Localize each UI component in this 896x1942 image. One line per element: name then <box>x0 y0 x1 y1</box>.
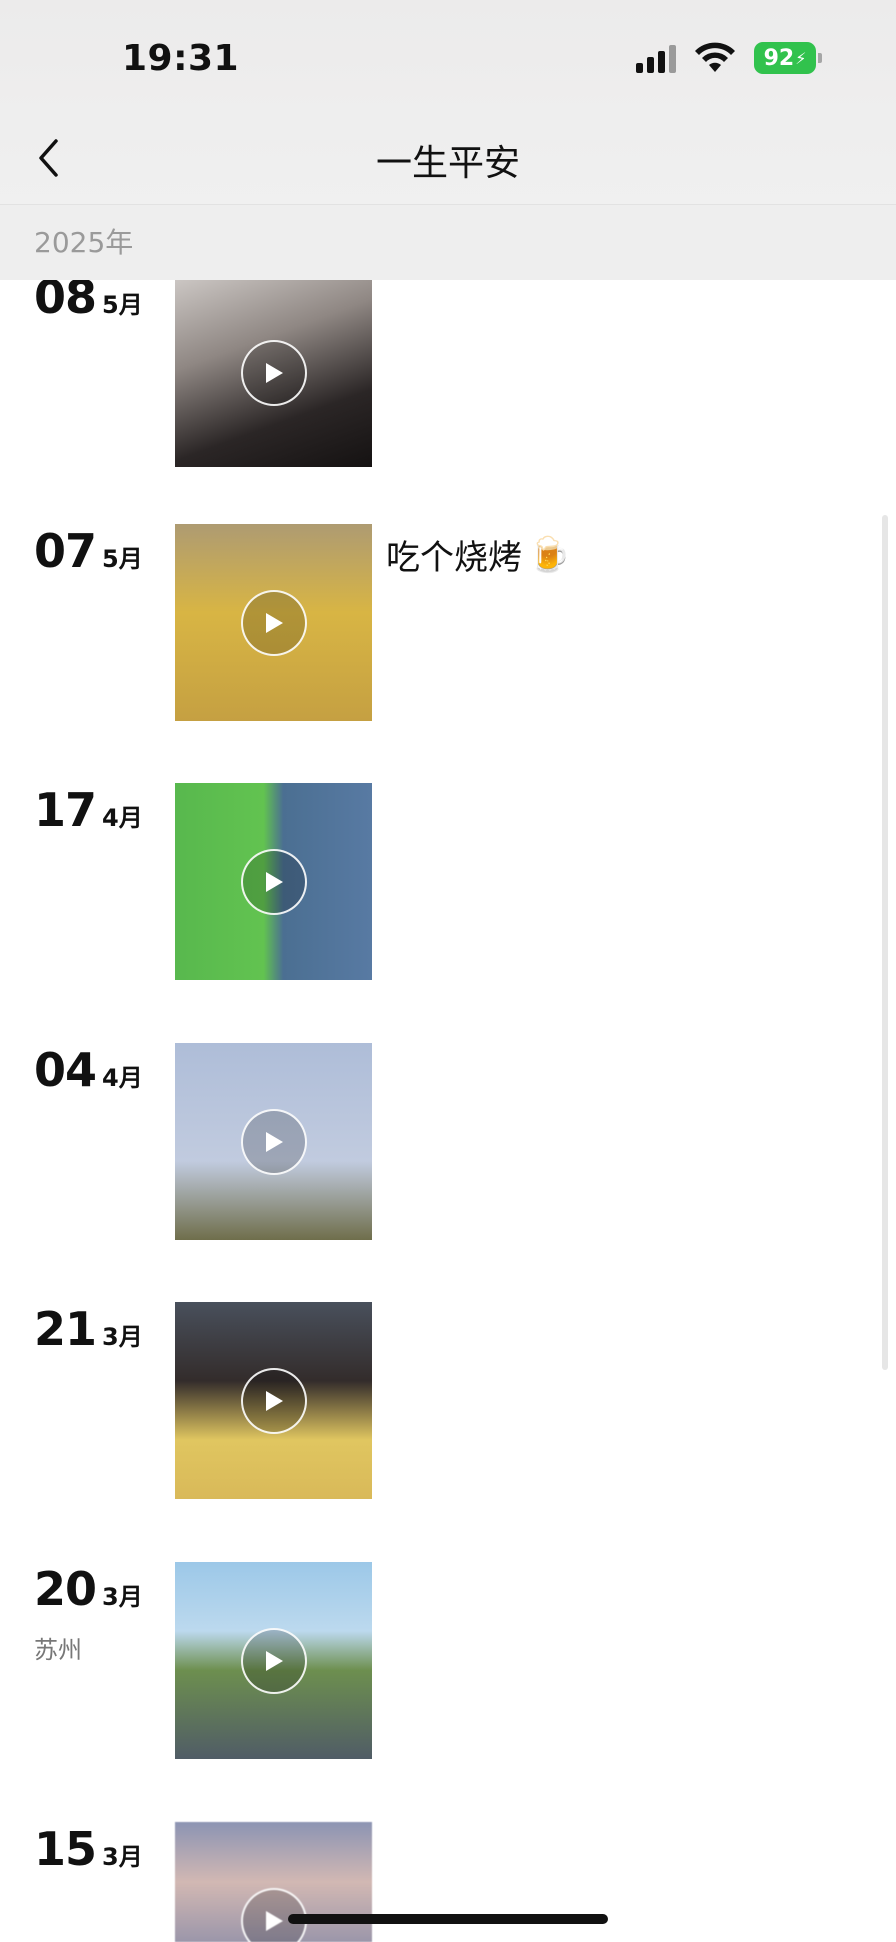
post-month: 5月 <box>102 291 143 319</box>
post-date: 04 4月 <box>34 1043 143 1097</box>
video-thumbnail[interactable] <box>175 280 372 467</box>
post-month: 3月 <box>102 1843 143 1871</box>
play-icon <box>241 1628 307 1694</box>
post-day: 07 <box>34 524 97 578</box>
play-icon <box>241 849 307 915</box>
status-icons: 92 ⚡ <box>636 42 822 74</box>
video-thumbnail[interactable] <box>175 524 372 721</box>
post-month: 5月 <box>102 545 143 573</box>
wifi-icon <box>695 42 735 72</box>
post-day: 15 <box>34 1822 97 1876</box>
post-caption[interactable]: 吃个烧烤 🍺 <box>386 530 570 579</box>
post-month: 4月 <box>102 1064 143 1092</box>
post-month: 4月 <box>102 804 143 832</box>
list-item[interactable]: 08 5月 <box>0 270 896 468</box>
video-thumbnail[interactable] <box>175 1822 372 1942</box>
play-icon <box>241 590 307 656</box>
list-item[interactable]: 21 3月 <box>0 1302 896 1500</box>
post-day: 04 <box>34 1043 97 1097</box>
post-day: 21 <box>34 1302 97 1356</box>
cellular-signal-icon <box>636 43 676 73</box>
list-item[interactable]: 04 4月 <box>0 1043 896 1241</box>
play-icon <box>241 340 307 406</box>
list-item[interactable]: 20 3月 苏州 <box>0 1562 896 1760</box>
moments-feed: 08 5月 07 5月 吃个烧烤 🍺 17 4月 04 4月 21 3月 20 … <box>0 0 896 1942</box>
post-location: 苏州 <box>34 1636 82 1664</box>
video-thumbnail[interactable] <box>175 1562 372 1759</box>
list-item[interactable]: 07 5月 吃个烧烤 🍺 <box>0 524 896 722</box>
caption-text: 吃个烧烤 <box>386 538 522 578</box>
post-day: 17 <box>34 783 97 837</box>
status-time: 19:31 <box>122 38 240 79</box>
post-day: 20 <box>34 1562 97 1616</box>
list-item[interactable]: 17 4月 <box>0 783 896 981</box>
video-thumbnail[interactable] <box>175 783 372 980</box>
play-icon <box>241 1368 307 1434</box>
battery-level: 92 <box>763 45 795 71</box>
post-date: 20 3月 <box>34 1562 143 1616</box>
video-thumbnail[interactable] <box>175 1302 372 1499</box>
video-thumbnail[interactable] <box>175 1043 372 1240</box>
header: 19:31 92 ⚡ 一生平安 2025年 <box>0 0 896 280</box>
post-date: 07 5月 <box>34 524 143 578</box>
scrollbar[interactable] <box>882 515 888 1370</box>
post-date: 21 3月 <box>34 1302 143 1356</box>
beer-mug-icon: 🍺 <box>528 534 571 575</box>
post-month: 3月 <box>102 1323 143 1351</box>
post-date: 15 3月 <box>34 1822 143 1876</box>
battery-icon: 92 ⚡ <box>754 42 822 74</box>
post-date: 17 4月 <box>34 783 143 837</box>
page-title: 一生平安 <box>375 143 520 184</box>
year-section-header: 2025年 <box>0 204 896 280</box>
play-icon <box>241 1109 307 1175</box>
post-month: 3月 <box>102 1583 143 1611</box>
list-item[interactable]: 15 3月 <box>0 1822 896 1942</box>
home-indicator[interactable] <box>288 1914 608 1924</box>
